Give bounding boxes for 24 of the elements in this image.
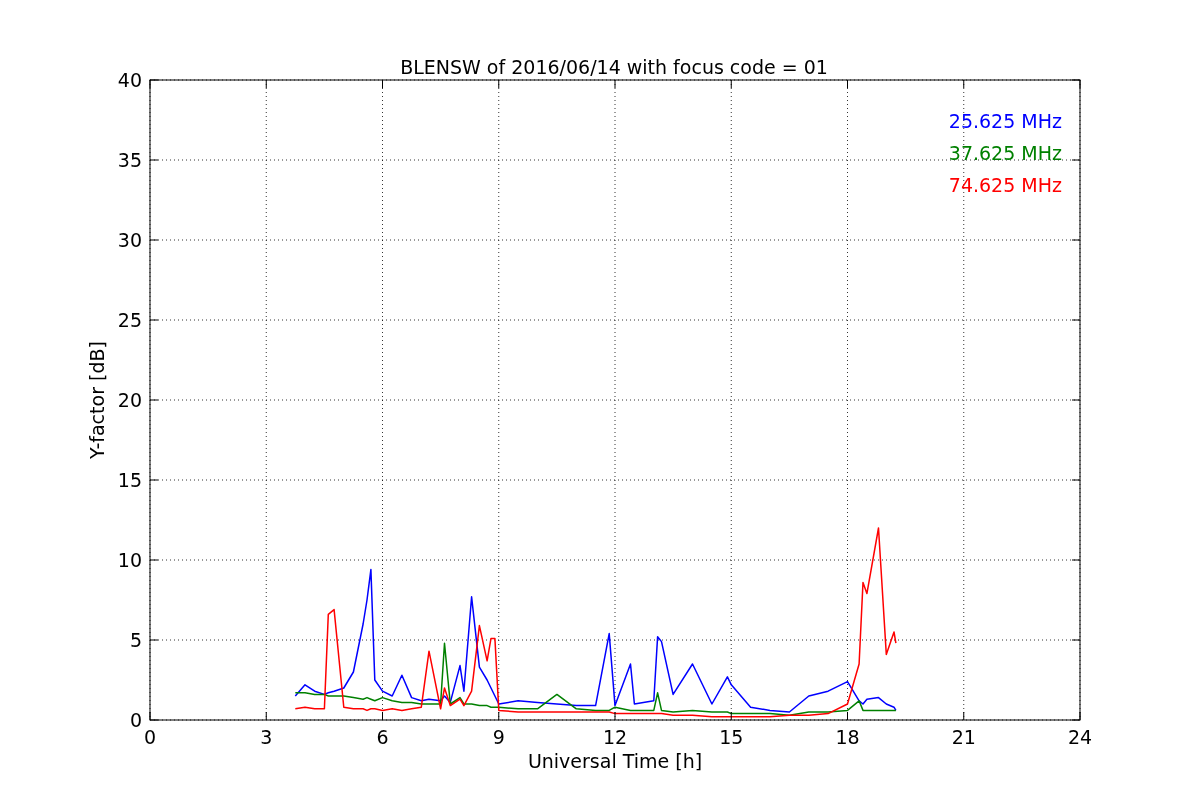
tick-label: 12: [602, 726, 628, 748]
tick-label: 5: [129, 629, 142, 651]
axis-label: Universal Time [h]: [527, 750, 703, 772]
tick-label: 40: [117, 69, 142, 91]
tick-label: 3: [260, 726, 273, 748]
tick-label: 21: [951, 726, 976, 748]
tick-label: 30: [117, 229, 142, 251]
axis-label: Y-factor [dB]: [86, 341, 108, 459]
tick-label: 25: [117, 309, 142, 331]
tick-label: 6: [376, 726, 389, 748]
tick-label: 0: [143, 726, 157, 748]
legend-label: 37.625 MHz: [948, 142, 1062, 164]
legend-label: 25.625 MHz: [948, 110, 1062, 132]
tick-label: 18: [835, 726, 860, 748]
tick-label: 20: [117, 389, 142, 411]
tick-label: 9: [492, 726, 505, 748]
tick-label: 10: [117, 549, 142, 571]
tick-label: 24: [1067, 726, 1093, 748]
tick-label: 35: [117, 149, 142, 171]
legend-label: 74.625 MHz: [948, 174, 1062, 196]
tick-label: 15: [719, 726, 744, 748]
tick-label: 15: [117, 469, 142, 491]
chart-title: BLENSW of 2016/06/14 with focus code = 01: [400, 56, 828, 78]
tick-label: 0: [129, 709, 142, 731]
